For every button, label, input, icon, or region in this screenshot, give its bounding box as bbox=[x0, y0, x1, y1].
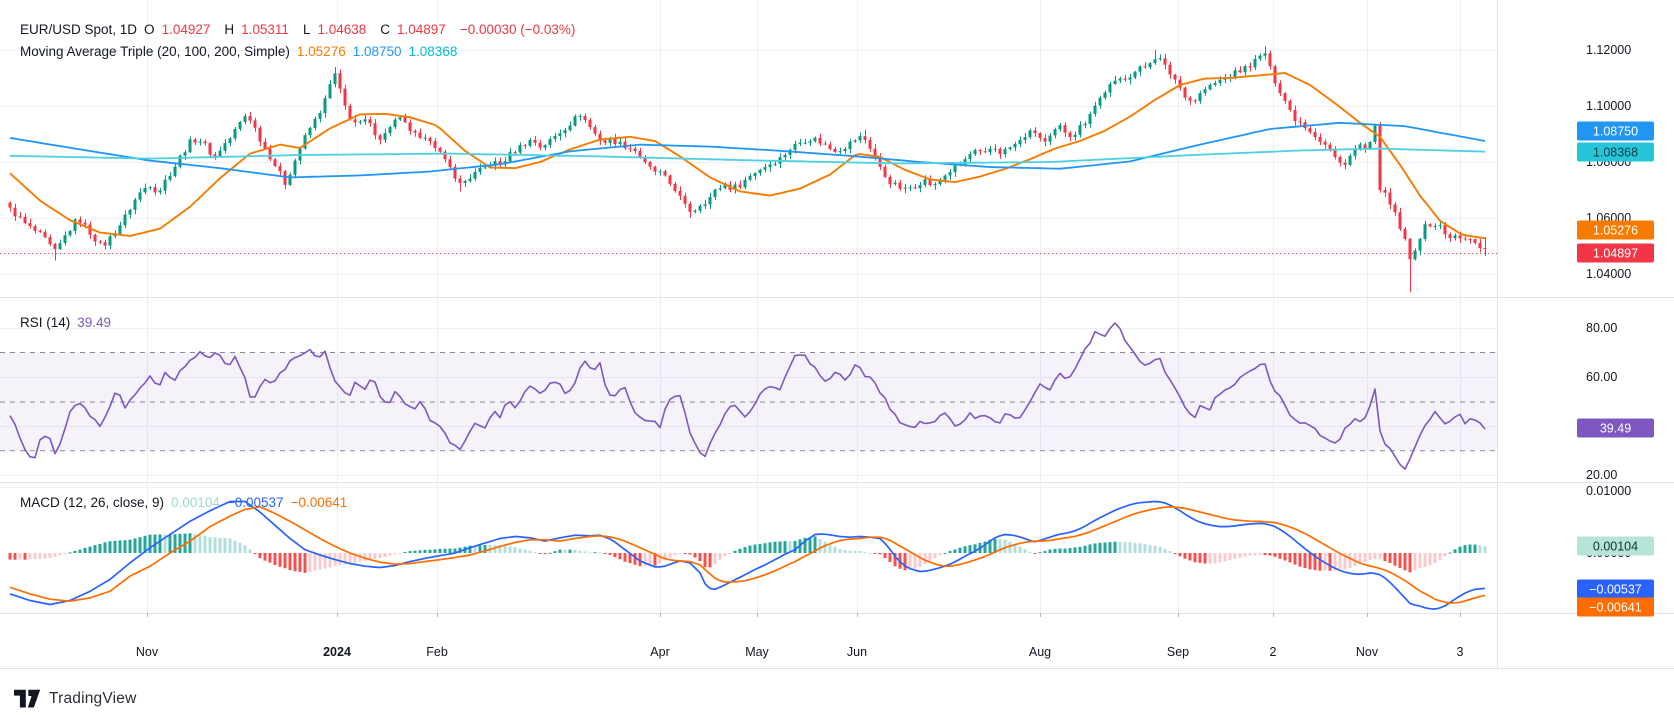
price-axis-label: 20.00 bbox=[1586, 468, 1618, 482]
rsi-legend-row[interactable]: RSI (14) 39.49 bbox=[20, 315, 118, 330]
time-axis-label: Nov bbox=[1355, 645, 1379, 659]
ma20-value: 1.05276 bbox=[296, 44, 346, 59]
time-axis-label: Apr bbox=[650, 645, 670, 659]
macd-line-value: −0.00537 bbox=[226, 495, 284, 510]
price-axis-label: 1.10000 bbox=[1586, 99, 1632, 113]
brand-name: TradingView bbox=[49, 690, 137, 707]
price-axis-label: 80.00 bbox=[1586, 321, 1618, 335]
macd-legend-row[interactable]: MACD (12, 26, close, 9) 0.00104 −0.00537… bbox=[20, 495, 354, 510]
macd-hist-badge: 0.00104 bbox=[1577, 536, 1654, 556]
price-axis-label: 1.12000 bbox=[1586, 43, 1632, 57]
time-axis-label: Aug bbox=[1028, 645, 1052, 659]
time-axis-label: 2024 bbox=[323, 645, 351, 659]
price-axis-label: 1.04000 bbox=[1586, 267, 1632, 281]
rsi-value: 39.49 bbox=[77, 315, 112, 330]
price-axis-label: 0.01000 bbox=[1586, 484, 1632, 498]
ohlc-close: C 1.04897 bbox=[380, 22, 446, 37]
ma200-value: 1.08368 bbox=[408, 44, 458, 59]
ohlc-open: O 1.04927 bbox=[144, 22, 211, 37]
price-axis-label: 60.00 bbox=[1586, 370, 1618, 384]
ma-legend-row[interactable]: Moving Average Triple (20, 100, 200, Sim… bbox=[20, 44, 464, 59]
chart-canvas[interactable] bbox=[0, 0, 1674, 718]
change-value: −0.00030 (−0.03%) bbox=[459, 22, 576, 37]
macd-signal-value: −0.00641 bbox=[290, 495, 348, 510]
macd-line-badge: −0.00537 bbox=[1577, 579, 1654, 599]
time-axis-label: May bbox=[745, 645, 769, 659]
tradingview-branding[interactable]: TradingView bbox=[14, 688, 137, 710]
macd-indicator-name: MACD (12, 26, close, 9) bbox=[20, 495, 165, 510]
ma200-price-badge: 1.08368 bbox=[1577, 142, 1654, 162]
ma20-price-badge: 1.05276 bbox=[1577, 220, 1654, 240]
symbol-legend-row[interactable]: EUR/USD Spot, 1D O 1.04927 H 1.05311 L 1.04… bbox=[20, 22, 582, 37]
macd-signal-badge: −0.00641 bbox=[1577, 597, 1654, 617]
macd-hist-value: 0.00104 bbox=[171, 495, 220, 510]
time-axis-label: Jun bbox=[846, 645, 868, 659]
symbol-title: EUR/USD Spot, 1D bbox=[20, 22, 138, 37]
time-axis-label: Feb bbox=[426, 645, 448, 659]
last-price-badge: 1.04897 bbox=[1577, 243, 1654, 263]
ma-indicator-name: Moving Average Triple (20, 100, 200, Sim… bbox=[20, 44, 290, 59]
rsi-value-badge: 39.49 bbox=[1577, 418, 1654, 438]
ma100-price-badge: 1.08750 bbox=[1577, 121, 1654, 141]
rsi-indicator-name: RSI (14) bbox=[20, 315, 71, 330]
ma100-value: 1.08750 bbox=[352, 44, 402, 59]
ohlc-high: H 1.05311 bbox=[224, 22, 289, 37]
time-axis-label: 2 bbox=[1269, 645, 1277, 659]
tradingview-chart-window: EUR/USD Spot, 1D O 1.04927 H 1.05311 L 1.04… bbox=[0, 0, 1674, 718]
ohlc-low: L 1.04638 bbox=[302, 22, 367, 37]
tradingview-logo-icon bbox=[14, 689, 41, 708]
time-axis-label: Sep bbox=[1166, 645, 1190, 659]
time-axis-label: Nov bbox=[135, 645, 159, 659]
time-axis-label: 3 bbox=[1456, 645, 1464, 659]
